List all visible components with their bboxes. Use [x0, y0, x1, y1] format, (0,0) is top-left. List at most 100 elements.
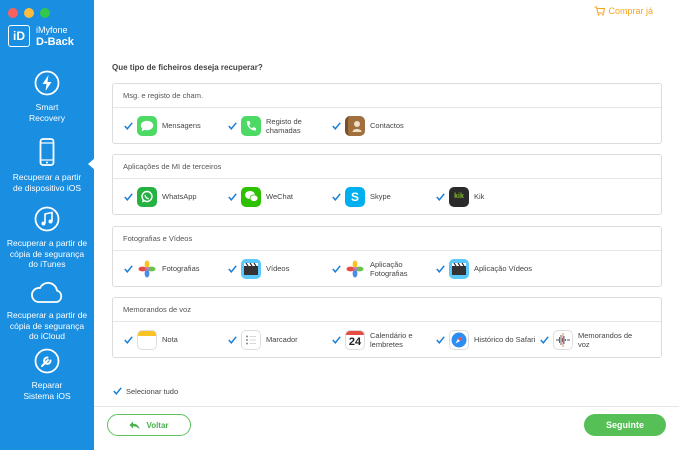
cloud-icon [31, 282, 63, 303]
checkbox[interactable] [123, 335, 133, 345]
option-bookmarks[interactable]: Marcador [227, 322, 298, 357]
whatsapp-icon [137, 186, 157, 207]
back-button[interactable]: Voltar [107, 414, 191, 436]
phone-call-icon [241, 115, 261, 136]
notes-icon [137, 329, 157, 350]
option-notes[interactable]: Nota [123, 322, 178, 357]
sidebar-item-label: Recuperar a partir de cópia de segurança d… [6, 238, 88, 269]
option-app-videos[interactable]: Aplicação Vídeos [435, 251, 532, 286]
sidebar: iD iMyfone D-Back Smart Recovery Recupera… [0, 0, 95, 450]
checkmark-icon [123, 121, 133, 130]
checkbox[interactable] [331, 335, 341, 345]
sidebar-item-label: Recuperar a partir de cópia de segurança d… [6, 310, 88, 341]
section-title: Msg. e registo de cham. [113, 84, 661, 108]
checkbox[interactable] [539, 335, 549, 345]
checkbox[interactable] [123, 264, 133, 274]
option-photos[interactable]: Fotografias [123, 251, 200, 286]
section-photos-videos: Fotografias e Vídeos Fotografias Vídeos … [112, 226, 662, 287]
minimize-window-button[interactable] [24, 8, 34, 18]
app-name-line2: D-Back [36, 36, 74, 48]
wechat-icon [241, 186, 261, 207]
option-videos[interactable]: Vídeos [227, 251, 289, 286]
checkbox[interactable] [112, 386, 122, 396]
section-messages: Msg. e registo de cham. Mensagens Regist… [112, 83, 662, 144]
sidebar-item-itunes[interactable]: Recuperar a partir de cópia de segurança d… [0, 206, 94, 270]
option-whatsapp[interactable]: WhatsApp [123, 179, 197, 214]
checkmark-icon [331, 192, 341, 201]
checkbox[interactable] [123, 121, 133, 131]
checkbox[interactable] [435, 335, 445, 345]
sidebar-item-ios-device[interactable]: Recuperar a partir de dispositivo iOS [0, 138, 95, 193]
close-window-button[interactable] [8, 8, 18, 18]
wrench-icon [34, 348, 60, 374]
option-safari-history[interactable]: Histórico do Safari [435, 322, 535, 357]
checkbox[interactable] [435, 264, 445, 274]
checkbox[interactable] [227, 121, 237, 131]
contacts-icon [345, 115, 365, 136]
option-messages[interactable]: Mensagens [123, 108, 201, 143]
option-kik[interactable]: kik Kik [435, 179, 484, 214]
option-skype[interactable]: S Skype [331, 179, 391, 214]
section-title: Fotografias e Vídeos [113, 227, 661, 251]
question-title: Que tipo de ficheiros deseja recuperar? [112, 63, 263, 72]
checkmark-icon [539, 335, 549, 344]
footer-divider [94, 406, 679, 407]
safari-icon [449, 329, 469, 350]
back-arrow-icon [129, 421, 140, 429]
sidebar-item-repair[interactable]: Reparar Sistema iOS [0, 348, 94, 401]
checkbox[interactable] [331, 192, 341, 202]
videos-icon [241, 258, 261, 279]
sidebar-item-label: Recuperar a partir de dispositivo iOS [12, 172, 82, 193]
photos-icon [137, 258, 157, 279]
checkmark-icon [123, 335, 133, 344]
next-button[interactable]: Seguinte [584, 414, 666, 436]
sidebar-item-icloud[interactable]: Recuperar a partir de cópia de segurança d… [0, 282, 94, 342]
checkmark-icon [435, 335, 445, 344]
checkmark-icon [123, 264, 133, 273]
option-wechat[interactable]: WeChat [227, 179, 293, 214]
calendar-icon: 24 [345, 329, 365, 350]
checkbox[interactable] [227, 264, 237, 274]
checkmark-icon [331, 264, 341, 273]
option-voice-memos[interactable]: Memorandos de voz [539, 322, 632, 357]
checkbox[interactable] [331, 121, 341, 131]
skype-icon: S [345, 186, 365, 207]
app-videos-icon [449, 258, 469, 279]
maximize-window-button[interactable] [40, 8, 50, 18]
select-all-option[interactable]: Selecionar tudo [112, 386, 178, 396]
option-call-log[interactable]: Registo de chamadas [227, 108, 302, 143]
sidebar-item-smart-recovery[interactable]: Smart Recovery [0, 70, 94, 123]
music-note-icon [34, 206, 60, 232]
checkbox[interactable] [435, 192, 445, 202]
section-voice-memos: Memorandos de voz Nota Marcador 24 Calen… [112, 297, 662, 358]
messages-icon [137, 115, 157, 136]
window-controls [8, 8, 50, 18]
phone-icon [39, 138, 55, 166]
app-logo: iD [8, 25, 30, 47]
app-brand: iD iMyfone D-Back [8, 24, 74, 48]
sidebar-item-label: Reparar Sistema iOS [23, 380, 71, 401]
checkmark-icon [435, 264, 445, 273]
checkmark-icon [331, 335, 341, 344]
checkmark-icon [227, 192, 237, 201]
checkbox[interactable] [227, 192, 237, 202]
checkmark-icon [227, 264, 237, 273]
sidebar-item-label: Smart Recovery [29, 102, 65, 123]
kik-icon: kik [449, 186, 469, 207]
option-calendar[interactable]: 24 Calendário e lembretes [331, 322, 413, 357]
checkbox[interactable] [123, 192, 133, 202]
option-app-photos[interactable]: Aplicação Fotografias [331, 251, 408, 286]
section-im-apps: Aplicações de MI de terceiros WhatsApp W… [112, 154, 662, 215]
checkmark-icon [227, 121, 237, 130]
checkmark-icon [123, 192, 133, 201]
voice-memos-icon [553, 329, 573, 350]
checkmark-icon [435, 192, 445, 201]
checkmark-icon [112, 387, 122, 395]
checkmark-icon [227, 335, 237, 344]
checkbox[interactable] [331, 264, 341, 274]
app-photos-icon [345, 258, 365, 279]
bookmark-icon [241, 329, 261, 350]
checkbox[interactable] [227, 335, 237, 345]
back-label: Voltar [146, 420, 169, 430]
option-contacts[interactable]: Contactos [331, 108, 404, 143]
